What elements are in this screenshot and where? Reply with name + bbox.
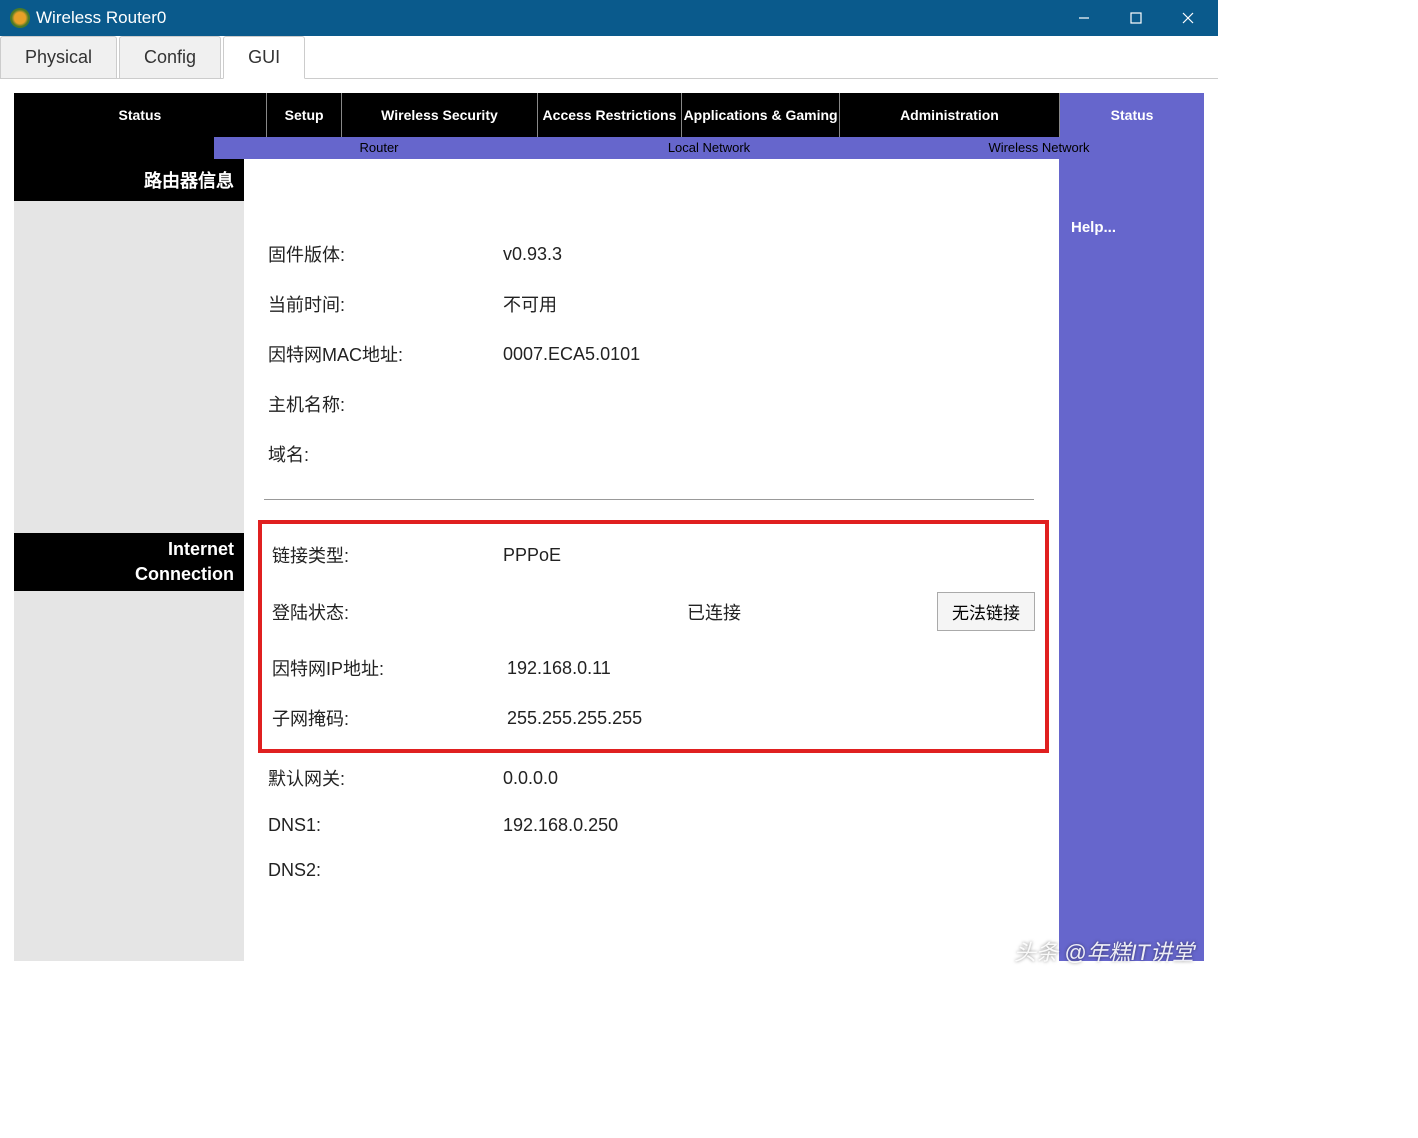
nav-wireless-security[interactable]: Wireless Security [341, 93, 536, 137]
internet-conn-table-boxed: 链接类型:PPPoE 登陆状态:已连接无法链接 因特网IP地址:192.168.… [268, 530, 1045, 743]
internet-ip-value: 192.168.0.11 [503, 643, 925, 693]
nav-access-restrictions[interactable]: Access Restrictions [537, 93, 682, 137]
window-title: Wireless Router0 [36, 8, 1058, 28]
internet-conn-table-rest: 默认网关:0.0.0.0 DNS1:192.168.0.250 DNS2: [264, 753, 1049, 893]
dns1-label: DNS1: [264, 803, 499, 848]
minimize-button[interactable] [1058, 0, 1110, 36]
dns1-value: 192.168.0.250 [499, 803, 1049, 848]
internet-mac-value: 0007.ECA5.0101 [499, 329, 1049, 379]
internet-ip-label: 因特网IP地址: [268, 643, 503, 693]
left-spacer [14, 591, 244, 961]
current-time-value: 不可用 [499, 279, 1049, 329]
tab-gui[interactable]: GUI [223, 36, 305, 79]
subnav-router[interactable]: Router [214, 137, 544, 159]
subnet-mask-value: 255.255.255.255 [503, 693, 925, 743]
conn-type-label: 链接类型: [268, 530, 503, 580]
window-controls [1058, 0, 1214, 36]
conn-type-value: PPPoE [503, 530, 925, 580]
app-tabs: Physical Config GUI [0, 36, 1218, 79]
content-area: Status Setup Wireless Security Access Re… [0, 79, 1218, 975]
dns2-label: DNS2: [264, 848, 499, 893]
nav-setup[interactable]: Setup [266, 93, 342, 137]
help-link[interactable]: Help... [1071, 219, 1116, 236]
maximize-button[interactable] [1110, 0, 1162, 36]
subnav-wireless-network[interactable]: Wireless Network [874, 137, 1204, 159]
disconnect-button[interactable]: 无法链接 [937, 592, 1035, 631]
router-nav: Status Setup Wireless Security Access Re… [14, 93, 1204, 137]
titlebar: Wireless Router0 [0, 0, 1218, 36]
login-status-value: 已连接 [503, 580, 925, 643]
current-time-label: 当前时间: [264, 279, 499, 329]
host-name-value [499, 379, 1049, 429]
default-gateway-label: 默认网关: [264, 753, 499, 803]
section-internet-connection-header: Internet Connection [14, 533, 244, 591]
left-spacer [14, 201, 244, 533]
nav-applications-gaming[interactable]: Applications & Gaming [681, 93, 838, 137]
default-gateway-value: 0.0.0.0 [499, 753, 1049, 803]
firmware-label: 固件版体: [264, 229, 499, 279]
nav-administration[interactable]: Administration [839, 93, 1059, 137]
router-subnav: Router Local Network Wireless Network [14, 137, 1204, 159]
router-info-table: 固件版体:v0.93.3 当前时间:不可用 因特网MAC地址:0007.ECA5… [264, 229, 1049, 479]
nav-status[interactable]: Status [1059, 93, 1204, 137]
app-icon [10, 8, 30, 28]
subnav-local-network[interactable]: Local Network [544, 137, 874, 159]
main-body: 路由器信息 Internet Connection 固件版体:v0.93.3 当… [14, 159, 1204, 961]
section-router-info-header: 路由器信息 [14, 159, 244, 201]
firmware-value: v0.93.3 [499, 229, 1049, 279]
internet-line1: Internet [168, 539, 234, 559]
internet-mac-label: 因特网MAC地址: [264, 329, 499, 379]
domain-name-value [499, 429, 1049, 479]
tab-physical[interactable]: Physical [0, 36, 117, 79]
internet-line2: Connection [135, 564, 234, 584]
scroll-container[interactable]: Status Setup Wireless Security Access Re… [14, 93, 1204, 961]
domain-name-label: 域名: [264, 429, 499, 479]
subnav-pad [14, 137, 214, 159]
host-name-label: 主机名称: [264, 379, 499, 429]
close-button[interactable] [1162, 0, 1214, 36]
login-status-label: 登陆状态: [268, 580, 503, 643]
page-title: Status [14, 93, 266, 137]
tab-config[interactable]: Config [119, 36, 221, 79]
dns2-value [499, 848, 1049, 893]
highlighted-box: 链接类型:PPPoE 登陆状态:已连接无法链接 因特网IP地址:192.168.… [258, 520, 1049, 753]
center-column: 固件版体:v0.93.3 当前时间:不可用 因特网MAC地址:0007.ECA5… [244, 159, 1059, 961]
section-divider [264, 499, 1034, 500]
left-column: 路由器信息 Internet Connection [14, 159, 244, 961]
subnet-mask-label: 子网掩码: [268, 693, 503, 743]
help-column: Help... [1059, 159, 1204, 961]
